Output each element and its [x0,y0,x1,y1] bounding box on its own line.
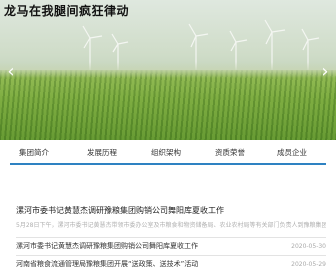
nav-item-group-intro[interactable]: 集团简介 [4,146,64,160]
site-header: 龙马在我腿间疯狂律动 [0,0,336,28]
news-item-date: 2020-05-30 [291,243,326,250]
banner-wheat-field [0,70,336,140]
featured-news-summary: 5月28日下午，漯河市委书记黄慧杰带领市委办公室及市粮食和物资储备局、农业农村局… [16,222,326,229]
about-nav: 集团简介 发展历程 组织架构 资质荣誉 成员企业 [0,146,336,164]
featured-news-title[interactable]: 漯河市委书记黄慧杰调研豫粮集团购销公司舞阳库夏收工作 [16,205,326,217]
chevron-right-icon[interactable]: › [316,62,334,82]
news-item-title[interactable]: 漯河市委书记黄慧杰调研豫粮集团购销公司舞阳库夏收工作 [16,240,198,253]
nav-underline [10,163,326,165]
nav-item-honors[interactable]: 资质荣誉 [200,146,260,160]
nav-item-members[interactable]: 成员企业 [262,146,322,160]
nav-item-organization[interactable]: 组织架构 [136,146,196,160]
site-title: 龙马在我腿间疯狂律动 [4,4,130,18]
news-item-title[interactable]: 河南省粮食流通管理局豫粮集团开展“送政策、送技术”活动 [16,258,198,271]
news-list-item[interactable]: 漯河市委书记黄慧杰调研豫粮集团购销公司舞阳库夏收工作 2020-05-30 [16,240,326,253]
news-list-item[interactable]: 河南省粮食流通管理局豫粮集团开展“送政策、送技术”活动 2020-05-29 [16,258,326,271]
banner-haze [0,62,336,78]
news-section: 漯河市委书记黄慧杰调研豫粮集团购销公司舞阳库夏收工作 5月28日下午，漯河市委书… [16,205,326,271]
news-item-date: 2020-05-29 [291,261,326,268]
divider [16,237,326,238]
chevron-left-icon[interactable]: ‹ [2,62,20,82]
divider [16,255,326,256]
nav-item-history[interactable]: 发展历程 [72,146,132,160]
